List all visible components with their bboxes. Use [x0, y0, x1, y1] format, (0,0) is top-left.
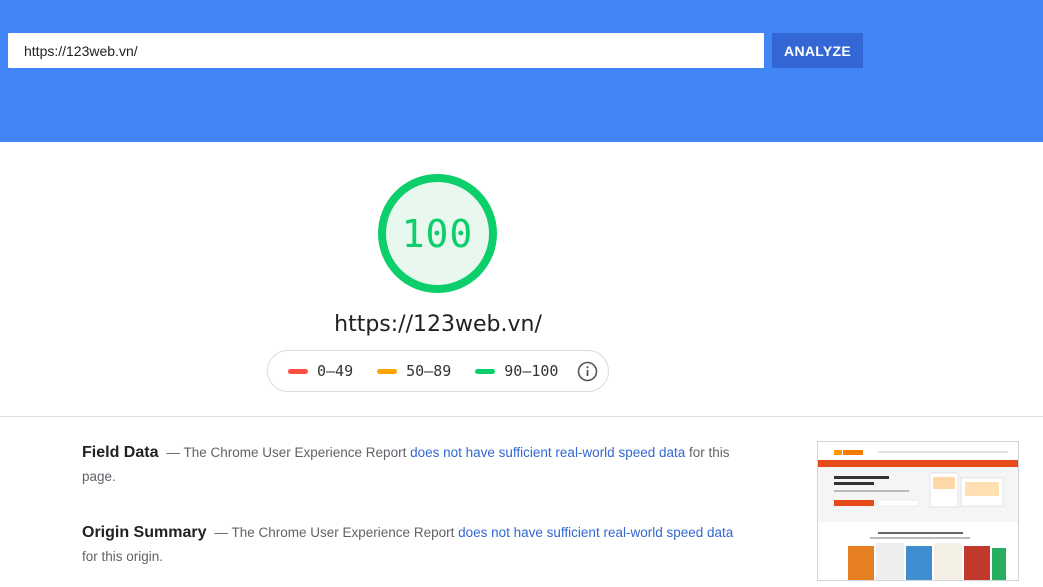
performance-score: 100 [401, 211, 474, 256]
fail-indicator [288, 368, 308, 374]
legend-label-average: 50–89 [406, 362, 452, 380]
header-bar: ANALYZE [0, 0, 1043, 142]
score-legend: 0–49 50–89 90–100 [267, 350, 609, 392]
info-icon[interactable] [577, 361, 598, 382]
origin-summary-title: Origin Summary [82, 524, 207, 541]
page-screenshot-thumbnail [817, 441, 1019, 581]
field-data-text: — The Chrome User Experience Report [166, 445, 411, 460]
origin-summary-link[interactable]: does not have sufficient real-world spee… [458, 525, 733, 540]
url-input[interactable] [8, 33, 764, 68]
legend-item-average: 50–89 [377, 362, 451, 380]
legend-item-pass: 90–100 [475, 362, 558, 380]
average-indicator [377, 368, 398, 374]
legend-label-fail: 0–49 [317, 362, 354, 380]
legend-item-fail: 0–49 [288, 362, 353, 380]
analyzed-url: https://123web.vn/ [334, 312, 542, 337]
field-data-section: Field Data — The Chrome User Experience R… [82, 441, 737, 489]
pass-indicator [475, 368, 496, 374]
thumbnail-image [818, 442, 1018, 580]
analyze-button[interactable]: ANALYZE [772, 33, 863, 68]
performance-score-gauge: 100 [377, 173, 498, 294]
origin-summary-text-end: for this origin. [82, 549, 164, 564]
legend-label-pass: 90–100 [504, 362, 559, 380]
field-data-title: Field Data [82, 444, 159, 461]
section-divider [0, 416, 1043, 417]
origin-summary-text: — The Chrome User Experience Report [214, 525, 459, 540]
origin-summary-section: Origin Summary — The Chrome User Experien… [82, 521, 737, 569]
field-data-link[interactable]: does not have sufficient real-world spee… [410, 445, 685, 460]
